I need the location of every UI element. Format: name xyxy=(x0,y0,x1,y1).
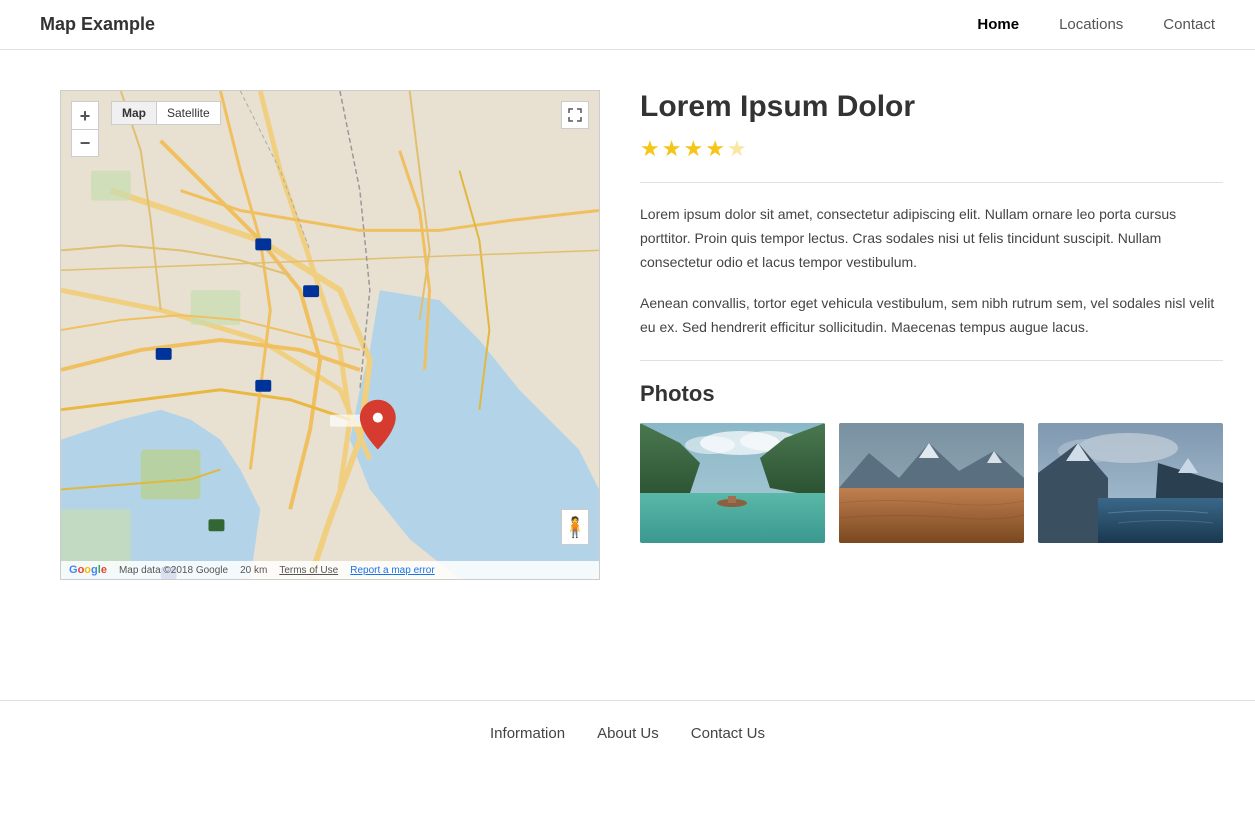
map-container: + − Map Satellite 🧍 Google Map data ©201… xyxy=(60,90,600,580)
nav-brand: Map Example xyxy=(40,14,155,35)
photo-2-image xyxy=(839,423,1024,543)
photo-1[interactable] xyxy=(640,423,825,543)
nav-link-contact[interactable]: Contact xyxy=(1163,16,1215,33)
photo-3-image xyxy=(1038,423,1223,543)
star-4: ★ xyxy=(705,136,725,162)
divider-bottom xyxy=(640,360,1223,361)
map-data-label: Map data ©2018 Google xyxy=(119,565,228,576)
nav-link-locations[interactable]: Locations xyxy=(1059,16,1123,33)
photo-3[interactable] xyxy=(1038,423,1223,543)
map-footer: Google Map data ©2018 Google 20 km Terms… xyxy=(61,561,599,579)
map-background xyxy=(61,91,599,579)
photo-2[interactable] xyxy=(839,423,1024,543)
footer-item-about[interactable]: About Us xyxy=(597,725,659,743)
navbar: Map Example Home Locations Contact xyxy=(0,0,1255,50)
fullscreen-icon xyxy=(568,108,582,122)
footer-item-information[interactable]: Information xyxy=(490,725,565,743)
pegman-button[interactable]: 🧍 xyxy=(561,509,589,545)
map-controls: + − xyxy=(71,101,99,157)
zoom-in-button[interactable]: + xyxy=(71,101,99,129)
pegman-icon: 🧍 xyxy=(563,515,588,540)
map-section: + − Map Satellite 🧍 Google Map data ©201… xyxy=(60,90,600,580)
star-rating: ★ ★ ★ ★ ★ xyxy=(640,136,1223,162)
map-type-buttons: Map Satellite xyxy=(111,101,221,125)
info-paragraph-1: Lorem ipsum dolor sit amet, consectetur … xyxy=(640,203,1223,274)
map-scale-label: 20 km xyxy=(240,565,267,576)
footer: Information About Us Contact Us xyxy=(0,700,1255,767)
zoom-out-button[interactable]: − xyxy=(71,129,99,157)
footer-link-information[interactable]: Information xyxy=(490,725,565,742)
map-fullscreen-button[interactable] xyxy=(561,101,589,129)
map-terms-link[interactable]: Terms of Use xyxy=(279,565,338,576)
footer-link-contact[interactable]: Contact Us xyxy=(691,725,765,742)
star-5: ★ xyxy=(727,136,747,162)
star-2: ★ xyxy=(662,136,682,162)
main-content: + − Map Satellite 🧍 Google Map data ©201… xyxy=(0,50,1255,620)
photos-grid xyxy=(640,423,1223,543)
info-paragraph-2: Aenean convallis, tortor eget vehicula v… xyxy=(640,292,1223,340)
google-logo: Google xyxy=(69,564,107,576)
nav-links: Home Locations Contact xyxy=(977,16,1215,34)
map-type-satellite-button[interactable]: Satellite xyxy=(156,101,221,125)
footer-link-about[interactable]: About Us xyxy=(597,725,659,742)
nav-link-home[interactable]: Home xyxy=(977,16,1019,33)
divider-top xyxy=(640,182,1223,183)
footer-links: Information About Us Contact Us xyxy=(0,725,1255,743)
map-report-link[interactable]: Report a map error xyxy=(350,565,434,576)
spacer xyxy=(0,620,1255,700)
photos-title: Photos xyxy=(640,381,1223,407)
info-title: Lorem Ipsum Dolor xyxy=(640,90,1223,124)
photo-1-image xyxy=(640,423,825,543)
map-type-map-button[interactable]: Map xyxy=(111,101,156,125)
star-3: ★ xyxy=(683,136,703,162)
nav-item-locations[interactable]: Locations xyxy=(1059,16,1123,34)
nav-item-home[interactable]: Home xyxy=(977,16,1019,34)
nav-item-contact[interactable]: Contact xyxy=(1163,16,1215,34)
star-1: ★ xyxy=(640,136,660,162)
footer-item-contact[interactable]: Contact Us xyxy=(691,725,765,743)
info-section: Lorem Ipsum Dolor ★ ★ ★ ★ ★ Lorem ipsum … xyxy=(640,90,1223,580)
